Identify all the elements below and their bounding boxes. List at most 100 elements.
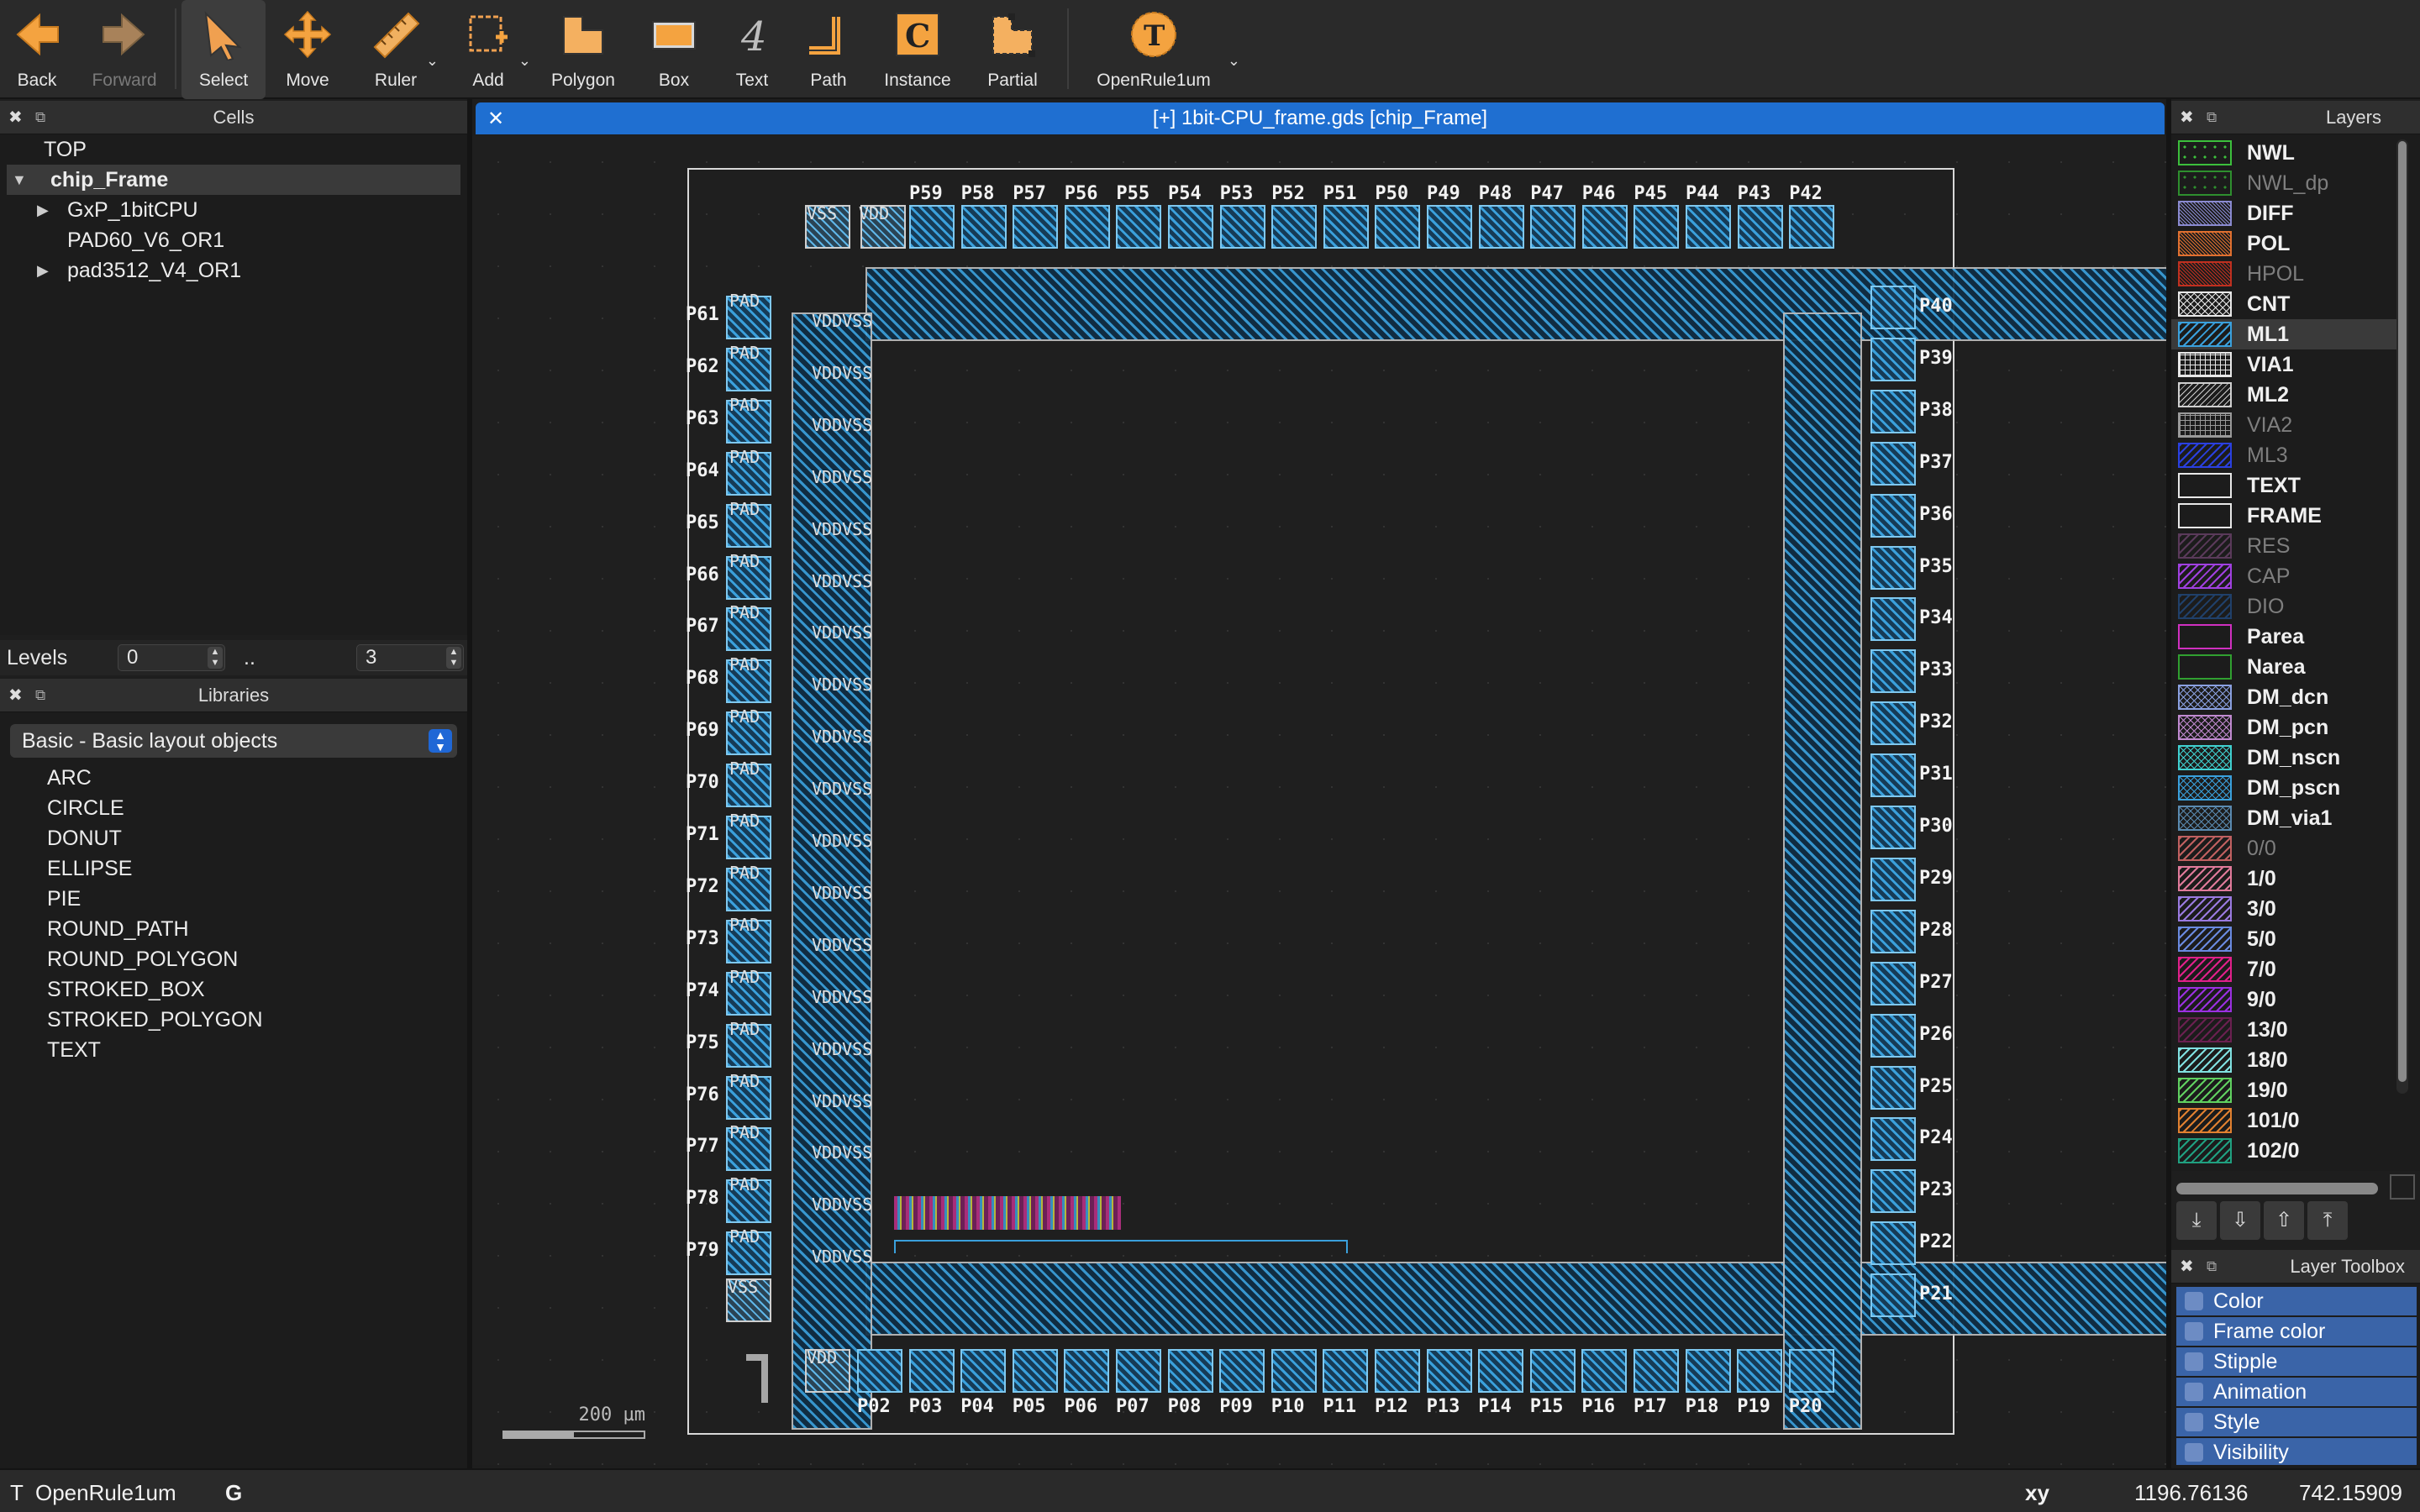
layer-row[interactable]: VIA2 bbox=[2171, 410, 2398, 440]
levels-from-spinner[interactable]: 0 ▲ ▼ bbox=[118, 644, 225, 671]
layer-row[interactable]: 1/0 bbox=[2171, 864, 2398, 894]
pad-top bbox=[1530, 205, 1576, 249]
toolbox-animation-button[interactable]: Animation bbox=[2176, 1378, 2417, 1406]
layer-row[interactable]: 102/0 bbox=[2171, 1136, 2398, 1166]
layer-row[interactable]: Parea bbox=[2171, 622, 2398, 652]
library-item[interactable]: PIE bbox=[0, 884, 467, 914]
back-button[interactable]: Back bbox=[0, 0, 74, 99]
library-item[interactable]: DONUT bbox=[0, 823, 467, 853]
layer-row[interactable]: 3/0 bbox=[2171, 894, 2398, 924]
layer-row[interactable]: RES bbox=[2171, 531, 2398, 561]
layer-row[interactable]: DM_via1 bbox=[2171, 803, 2398, 833]
library-item[interactable]: CIRCLE bbox=[0, 793, 467, 823]
move-layer-down-icon[interactable]: ⇩ bbox=[2220, 1201, 2260, 1240]
move-button[interactable]: Move bbox=[266, 0, 350, 99]
toolbox-visibility-button[interactable]: Visibility bbox=[2176, 1438, 2417, 1465]
chevron-down-icon[interactable]: ⌄ bbox=[426, 52, 439, 70]
move-layer-bottom-icon[interactable]: ⤓ bbox=[2176, 1201, 2217, 1240]
layer-row[interactable]: 9/0 bbox=[2171, 984, 2398, 1015]
path-button[interactable]: Path bbox=[788, 0, 869, 99]
float-icon[interactable]: ⧉ bbox=[2207, 1258, 2217, 1275]
library-item[interactable]: ROUND_POLYGON bbox=[0, 944, 467, 974]
layer-row[interactable]: ML1 bbox=[2171, 319, 2398, 349]
technology-button[interactable]: T OpenRule1um ⌄ bbox=[1074, 0, 1240, 99]
layer-row[interactable]: 5/0 bbox=[2171, 924, 2398, 954]
text-button[interactable]: 4 Text bbox=[716, 0, 788, 99]
layer-horizontal-scrollbar[interactable] bbox=[2176, 1183, 2378, 1194]
instance-button[interactable]: C Instance bbox=[869, 0, 966, 99]
select-button[interactable]: Select bbox=[182, 0, 266, 99]
layer-row[interactable]: NWL bbox=[2171, 138, 2398, 168]
close-icon[interactable]: ✖ bbox=[2180, 107, 2194, 128]
layer-row[interactable]: 19/0 bbox=[2171, 1075, 2398, 1105]
tree-item-pad3512[interactable]: ▶ pad3512_V4_OR1 bbox=[0, 255, 467, 286]
layer-row[interactable]: CAP bbox=[2171, 561, 2398, 591]
chevron-down-icon[interactable]: ⌄ bbox=[1228, 52, 1240, 70]
float-icon[interactable]: ⧉ bbox=[35, 687, 45, 704]
toolbox-color-button[interactable]: Color bbox=[2176, 1287, 2417, 1315]
close-icon[interactable]: ✖ bbox=[8, 107, 23, 128]
toolbox-style-button[interactable]: Style bbox=[2176, 1408, 2417, 1436]
select-arrows-icon[interactable]: ▲ ▼ bbox=[429, 729, 452, 753]
partial-button[interactable]: Partial bbox=[966, 0, 1059, 99]
library-item[interactable]: ROUND_PATH bbox=[0, 914, 467, 944]
layer-vertical-scrollbar[interactable] bbox=[2396, 139, 2408, 1094]
layout-canvas[interactable]: P59 P58 P57 P56 P55 P54 P53 P52 P51 P50 P49 P48 P47 P… bbox=[472, 136, 2269, 1465]
polygon-button[interactable]: Polygon bbox=[534, 0, 632, 99]
layer-row[interactable]: DIFF bbox=[2171, 198, 2398, 228]
move-layer-up-icon[interactable]: ⇧ bbox=[2264, 1201, 2304, 1240]
close-icon[interactable]: ✖ bbox=[8, 685, 23, 706]
add-button[interactable]: Add ⌄ bbox=[442, 0, 534, 99]
box-button[interactable]: Box bbox=[632, 0, 716, 99]
tree-item-gxp-1bitcpu[interactable]: ▶ GxP_1bitCPU bbox=[0, 195, 467, 225]
layer-row[interactable]: VIA1 bbox=[2171, 349, 2398, 380]
layer-row[interactable]: Narea bbox=[2171, 652, 2398, 682]
layer-row[interactable]: POL bbox=[2171, 228, 2398, 259]
layer-row[interactable]: DM_dcn bbox=[2171, 682, 2398, 712]
expanded-arrow-icon[interactable]: ▼ bbox=[12, 171, 27, 189]
layer-row[interactable]: ML3 bbox=[2171, 440, 2398, 470]
layer-row[interactable]: 101/0 bbox=[2171, 1105, 2398, 1136]
layer-row[interactable]: 13/0 bbox=[2171, 1015, 2398, 1045]
float-icon[interactable]: ⧉ bbox=[2207, 109, 2217, 126]
layer-row[interactable]: ML2 bbox=[2171, 380, 2398, 410]
tree-item-chip-frame[interactable]: ▼ chip_Frame bbox=[7, 165, 460, 195]
add-icon bbox=[469, 15, 508, 52]
move-layer-top-icon[interactable]: ⤒ bbox=[2307, 1201, 2348, 1240]
toolbox-stipple-button[interactable]: Stipple bbox=[2176, 1347, 2417, 1376]
layer-row[interactable]: HPOL bbox=[2171, 259, 2398, 289]
library-item[interactable]: ELLIPSE bbox=[0, 853, 467, 884]
layer-row[interactable]: 0/0 bbox=[2171, 833, 2398, 864]
spinner-arrows-icon[interactable]: ▲ ▼ bbox=[446, 647, 461, 669]
library-item[interactable]: STROKED_POLYGON bbox=[0, 1005, 467, 1035]
collapsed-arrow-icon[interactable]: ▶ bbox=[37, 262, 49, 280]
layer-row[interactable]: NWL_dp bbox=[2171, 168, 2398, 198]
layer-row[interactable]: DIO bbox=[2171, 591, 2398, 622]
library-select[interactable]: Basic - Basic layout objects ▲ ▼ bbox=[10, 724, 457, 758]
library-item[interactable]: ARC bbox=[0, 763, 467, 793]
chevron-down-icon[interactable]: ⌄ bbox=[518, 52, 531, 70]
levels-to-spinner[interactable]: 3 ▲ ▼ bbox=[356, 644, 464, 671]
spinner-arrows-icon[interactable]: ▲ ▼ bbox=[208, 647, 223, 669]
collapsed-arrow-icon[interactable]: ▶ bbox=[37, 202, 49, 219]
layer-row[interactable]: DM_pscn bbox=[2171, 773, 2398, 803]
close-icon[interactable]: ✖ bbox=[2180, 1256, 2194, 1277]
layer-row[interactable]: CNT bbox=[2171, 289, 2398, 319]
toolbox-frame-color-button[interactable]: Frame color bbox=[2176, 1317, 2417, 1346]
library-item[interactable]: TEXT bbox=[0, 1035, 467, 1065]
document-tab[interactable]: ✕ [+] 1bit-CPU_frame.gds [chip_Frame] bbox=[476, 102, 2165, 134]
layer-row[interactable]: DM_pcn bbox=[2171, 712, 2398, 743]
ruler-button[interactable]: Ruler ⌄ bbox=[350, 0, 442, 99]
layer-row[interactable]: FRAME bbox=[2171, 501, 2398, 531]
layer-row[interactable]: 7/0 bbox=[2171, 954, 2398, 984]
tree-item-top[interactable]: TOP bbox=[0, 134, 467, 165]
forward-button[interactable]: Forward bbox=[74, 0, 175, 99]
scrollbar-thumb[interactable] bbox=[2398, 141, 2407, 1082]
layer-row[interactable]: TEXT bbox=[2171, 470, 2398, 501]
library-item[interactable]: STROKED_BOX bbox=[0, 974, 467, 1005]
layer-row[interactable]: DM_nscn bbox=[2171, 743, 2398, 773]
tree-item-pad60[interactable]: PAD60_V6_OR1 bbox=[0, 225, 467, 255]
layer-row[interactable]: 18/0 bbox=[2171, 1045, 2398, 1075]
float-icon[interactable]: ⧉ bbox=[35, 109, 45, 126]
close-icon[interactable]: ✕ bbox=[487, 107, 504, 131]
